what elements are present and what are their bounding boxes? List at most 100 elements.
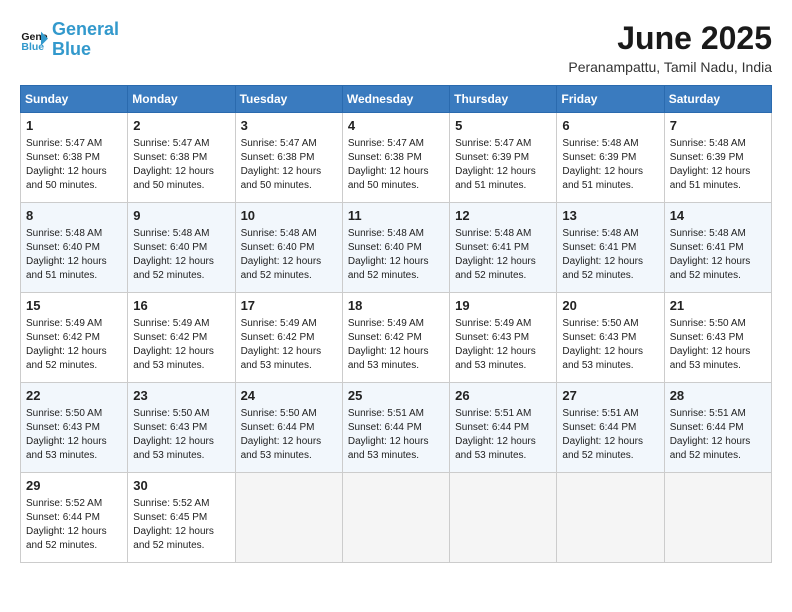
calendar-cell: 25 Sunrise: 5:51 AM Sunset: 6:44 PM Dayli… — [342, 383, 449, 473]
calendar-cell — [342, 473, 449, 563]
day-info: Sunrise: 5:49 AM Sunset: 6:42 PM Dayligh… — [26, 318, 107, 371]
day-number: 16 — [133, 297, 229, 315]
weekday-tuesday: Tuesday — [235, 86, 342, 113]
day-info: Sunrise: 5:50 AM Sunset: 6:44 PM Dayligh… — [241, 408, 322, 461]
calendar-cell: 12 Sunrise: 5:48 AM Sunset: 6:41 PM Dayli… — [450, 203, 557, 293]
calendar-cell: 17 Sunrise: 5:49 AM Sunset: 6:42 PM Dayli… — [235, 293, 342, 383]
calendar-table: SundayMondayTuesdayWednesdayThursdayFrid… — [20, 85, 772, 563]
weekday-sunday: Sunday — [21, 86, 128, 113]
day-info: Sunrise: 5:49 AM Sunset: 6:42 PM Dayligh… — [348, 318, 429, 371]
calendar-cell: 3 Sunrise: 5:47 AM Sunset: 6:38 PM Daylig… — [235, 113, 342, 203]
day-number: 18 — [348, 297, 444, 315]
day-info: Sunrise: 5:50 AM Sunset: 6:43 PM Dayligh… — [562, 318, 643, 371]
day-number: 5 — [455, 117, 551, 135]
day-number: 25 — [348, 387, 444, 405]
day-info: Sunrise: 5:51 AM Sunset: 6:44 PM Dayligh… — [348, 408, 429, 461]
day-info: Sunrise: 5:47 AM Sunset: 6:38 PM Dayligh… — [133, 138, 214, 191]
day-number: 19 — [455, 297, 551, 315]
day-info: Sunrise: 5:49 AM Sunset: 6:43 PM Dayligh… — [455, 318, 536, 371]
day-number: 14 — [670, 207, 766, 225]
calendar-cell: 5 Sunrise: 5:47 AM Sunset: 6:39 PM Daylig… — [450, 113, 557, 203]
calendar-cell: 15 Sunrise: 5:49 AM Sunset: 6:42 PM Dayli… — [21, 293, 128, 383]
day-info: Sunrise: 5:49 AM Sunset: 6:42 PM Dayligh… — [241, 318, 322, 371]
calendar-cell: 7Sunrise: 5:48 AM Sunset: 6:39 PM Daylig… — [664, 113, 771, 203]
calendar-cell: 30 Sunrise: 5:52 AM Sunset: 6:45 PM Dayli… — [128, 473, 235, 563]
day-info: Sunrise: 5:48 AM Sunset: 6:41 PM Dayligh… — [562, 228, 643, 281]
calendar-cell: 21 Sunrise: 5:50 AM Sunset: 6:43 PM Dayli… — [664, 293, 771, 383]
day-number: 28 — [670, 387, 766, 405]
day-number: 9 — [133, 207, 229, 225]
day-info: Sunrise: 5:48 AM Sunset: 6:41 PM Dayligh… — [455, 228, 536, 281]
day-number: 21 — [670, 297, 766, 315]
day-info: Sunrise: 5:52 AM Sunset: 6:45 PM Dayligh… — [133, 498, 214, 551]
calendar-cell: 28 Sunrise: 5:51 AM Sunset: 6:44 PM Dayli… — [664, 383, 771, 473]
calendar-cell: 26 Sunrise: 5:51 AM Sunset: 6:44 PM Dayli… — [450, 383, 557, 473]
calendar-cell: 18 Sunrise: 5:49 AM Sunset: 6:42 PM Dayli… — [342, 293, 449, 383]
calendar-body: 1 Sunrise: 5:47 AM Sunset: 6:38 PM Daylig… — [21, 113, 772, 563]
day-info: Sunrise: 5:50 AM Sunset: 6:43 PM Dayligh… — [26, 408, 107, 461]
day-info: Sunrise: 5:48 AM Sunset: 6:40 PM Dayligh… — [241, 228, 322, 281]
logo-text: GeneralBlue — [52, 20, 119, 60]
day-info: Sunrise: 5:51 AM Sunset: 6:44 PM Dayligh… — [562, 408, 643, 461]
day-info: Sunrise: 5:50 AM Sunset: 6:43 PM Dayligh… — [670, 318, 751, 371]
calendar-cell — [450, 473, 557, 563]
day-info: Sunrise: 5:48 AM Sunset: 6:39 PM Dayligh… — [670, 138, 751, 191]
calendar-cell: 4Sunrise: 5:47 AM Sunset: 6:38 PM Daylig… — [342, 113, 449, 203]
day-number: 3 — [241, 117, 337, 135]
calendar-cell: 13 Sunrise: 5:48 AM Sunset: 6:41 PM Dayli… — [557, 203, 664, 293]
weekday-monday: Monday — [128, 86, 235, 113]
day-number: 20 — [562, 297, 658, 315]
week-row-1: 1 Sunrise: 5:47 AM Sunset: 6:38 PM Daylig… — [21, 113, 772, 203]
day-number: 13 — [562, 207, 658, 225]
calendar-cell — [557, 473, 664, 563]
day-number: 8 — [26, 207, 122, 225]
day-info: Sunrise: 5:48 AM Sunset: 6:40 PM Dayligh… — [348, 228, 429, 281]
day-number: 22 — [26, 387, 122, 405]
day-number: 26 — [455, 387, 551, 405]
weekday-header-row: SundayMondayTuesdayWednesdayThursdayFrid… — [21, 86, 772, 113]
day-number: 12 — [455, 207, 551, 225]
day-info: Sunrise: 5:47 AM Sunset: 6:39 PM Dayligh… — [455, 138, 536, 191]
day-info: Sunrise: 5:51 AM Sunset: 6:44 PM Dayligh… — [670, 408, 751, 461]
calendar-cell: 1 Sunrise: 5:47 AM Sunset: 6:38 PM Daylig… — [21, 113, 128, 203]
svg-text:Blue: Blue — [21, 41, 44, 53]
day-info: Sunrise: 5:50 AM Sunset: 6:43 PM Dayligh… — [133, 408, 214, 461]
calendar-cell: 10 Sunrise: 5:48 AM Sunset: 6:40 PM Dayli… — [235, 203, 342, 293]
calendar-cell: 29Sunrise: 5:52 AM Sunset: 6:44 PM Dayli… — [21, 473, 128, 563]
day-info: Sunrise: 5:49 AM Sunset: 6:42 PM Dayligh… — [133, 318, 214, 371]
day-number: 1 — [26, 117, 122, 135]
day-number: 11 — [348, 207, 444, 225]
week-row-4: 22 Sunrise: 5:50 AM Sunset: 6:43 PM Dayli… — [21, 383, 772, 473]
calendar-cell: 22 Sunrise: 5:50 AM Sunset: 6:43 PM Dayli… — [21, 383, 128, 473]
day-number: 2 — [133, 117, 229, 135]
day-number: 6 — [562, 117, 658, 135]
day-number: 27 — [562, 387, 658, 405]
day-number: 17 — [241, 297, 337, 315]
day-info: Sunrise: 5:51 AM Sunset: 6:44 PM Dayligh… — [455, 408, 536, 461]
calendar-title: June 2025 — [568, 20, 772, 57]
day-info: Sunrise: 5:48 AM Sunset: 6:41 PM Dayligh… — [670, 228, 751, 281]
day-number: 4 — [348, 117, 444, 135]
day-info: Sunrise: 5:47 AM Sunset: 6:38 PM Dayligh… — [241, 138, 322, 191]
calendar-cell: 9 Sunrise: 5:48 AM Sunset: 6:40 PM Daylig… — [128, 203, 235, 293]
logo-icon: General Blue — [20, 26, 48, 54]
day-number: 15 — [26, 297, 122, 315]
day-info: Sunrise: 5:47 AM Sunset: 6:38 PM Dayligh… — [26, 138, 107, 191]
weekday-wednesday: Wednesday — [342, 86, 449, 113]
day-number: 23 — [133, 387, 229, 405]
calendar-cell: 23 Sunrise: 5:50 AM Sunset: 6:43 PM Dayli… — [128, 383, 235, 473]
week-row-2: 8 Sunrise: 5:48 AM Sunset: 6:40 PM Daylig… — [21, 203, 772, 293]
calendar-cell: 16 Sunrise: 5:49 AM Sunset: 6:42 PM Dayli… — [128, 293, 235, 383]
header: General Blue GeneralBlue June 2025 Peran… — [20, 20, 772, 75]
day-info: Sunrise: 5:48 AM Sunset: 6:40 PM Dayligh… — [133, 228, 214, 281]
calendar-subtitle: Peranampattu, Tamil Nadu, India — [568, 59, 772, 75]
calendar-cell: 19 Sunrise: 5:49 AM Sunset: 6:43 PM Dayli… — [450, 293, 557, 383]
day-info: Sunrise: 5:48 AM Sunset: 6:40 PM Dayligh… — [26, 228, 107, 281]
calendar-cell: 11 Sunrise: 5:48 AM Sunset: 6:40 PM Dayli… — [342, 203, 449, 293]
weekday-friday: Friday — [557, 86, 664, 113]
calendar-cell: 2 Sunrise: 5:47 AM Sunset: 6:38 PM Daylig… — [128, 113, 235, 203]
logo: General Blue GeneralBlue — [20, 20, 119, 60]
day-number: 10 — [241, 207, 337, 225]
weekday-thursday: Thursday — [450, 86, 557, 113]
day-number: 30 — [133, 477, 229, 495]
